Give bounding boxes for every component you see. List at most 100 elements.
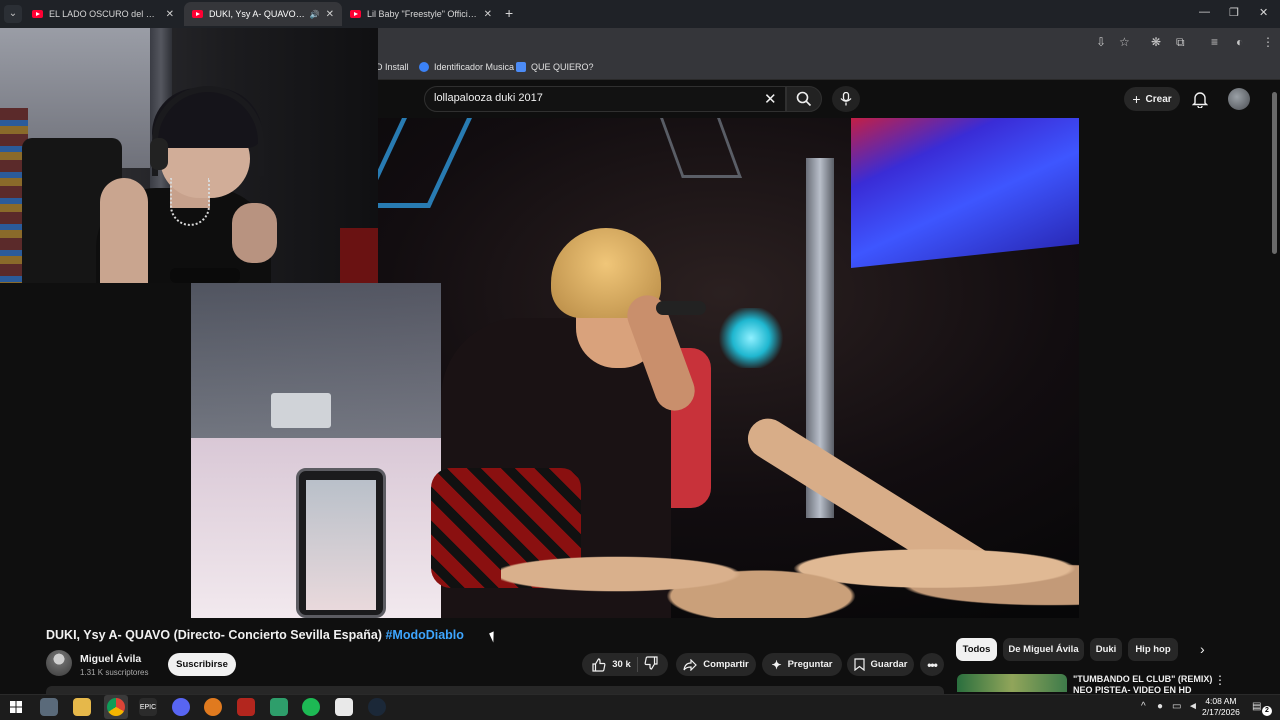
app-green-icon[interactable] xyxy=(270,698,288,716)
recommendation-menu-icon[interactable]: ⋮ xyxy=(1214,673,1226,687)
capcut-icon[interactable] xyxy=(335,698,353,716)
discord-icon[interactable] xyxy=(172,698,190,716)
webcam-arm xyxy=(100,178,148,283)
clear-search-icon[interactable]: ✕ xyxy=(764,90,777,108)
webcam-overlay xyxy=(0,28,378,283)
youtube-favicon-icon xyxy=(192,10,203,18)
task-view-icon[interactable] xyxy=(40,698,58,716)
extension-icon[interactable]: ❋ xyxy=(1151,35,1161,49)
puzzle-extensions-icon[interactable]: ⧉ xyxy=(1176,35,1185,50)
plus-icon: + xyxy=(1132,91,1141,107)
channel-subscribers: 1.31 K suscriptores xyxy=(80,668,149,677)
search-button[interactable] xyxy=(786,86,822,112)
shazam-icon xyxy=(419,62,429,72)
notification-center-icon[interactable]: ▤ xyxy=(1252,701,1261,712)
share-label: Compartir xyxy=(703,659,749,670)
video-frame-truss xyxy=(660,118,742,178)
bookmark-star-icon[interactable]: ☆ xyxy=(1119,35,1130,49)
bookmark-label: D Install xyxy=(376,62,409,72)
more-actions-button[interactable]: ••• xyxy=(920,653,944,676)
chip-duki[interactable]: Duki xyxy=(1090,638,1122,661)
sparkle-icon: ✦ xyxy=(771,657,782,672)
chrome-menu-icon[interactable]: ⋮ xyxy=(1262,35,1274,49)
mic-icon xyxy=(840,92,852,106)
webcam-ear-cup xyxy=(150,138,168,170)
thumbs-up-icon xyxy=(592,657,606,672)
spotify-icon[interactable] xyxy=(302,698,320,716)
tab-title: Lil Baby "Freestyle" Official Mu xyxy=(367,9,478,19)
ask-button[interactable]: ✦ Preguntar xyxy=(762,653,842,676)
video-frame-laptop xyxy=(271,393,331,428)
youtube-favicon-icon xyxy=(32,10,43,18)
like-button[interactable]: 30 k xyxy=(592,657,631,672)
clock-date: 2/17/2026 xyxy=(1202,707,1240,717)
create-button[interactable]: + Crear xyxy=(1124,87,1180,111)
create-label: Crear xyxy=(1145,93,1172,105)
bookmark-label: QUE QUIERO? xyxy=(531,62,594,72)
video-title-text: DUKI, Ysy A- QUAVO (Directo- Concierto S… xyxy=(46,628,382,642)
share-icon xyxy=(683,658,698,671)
chip-hip-hop[interactable]: Hip hop xyxy=(1128,638,1178,661)
recommendation-thumbnail[interactable] xyxy=(957,674,1067,692)
tab-title: DUKI, Ysy A- QUAVO (Directo xyxy=(209,9,306,19)
docs-icon xyxy=(516,62,526,72)
browser-tab-1[interactable]: EL LADO OSCURO del ÉXITO de ✕ xyxy=(24,2,182,26)
firefox-icon[interactable] xyxy=(204,698,222,716)
save-button[interactable]: Guardar xyxy=(847,653,914,676)
tray-chevron-up-icon[interactable]: ^ xyxy=(1141,701,1146,712)
tab-audio-icon[interactable]: 🔊 xyxy=(310,10,320,19)
tray-network-icon[interactable]: ▭ xyxy=(1172,701,1181,712)
clock-time: 4:08 AM xyxy=(1205,696,1237,706)
tab-close-icon[interactable]: ✕ xyxy=(484,9,492,20)
mouse-cursor-icon xyxy=(489,631,498,643)
chip-all[interactable]: Todos xyxy=(956,638,997,661)
channel-avatar[interactable] xyxy=(46,650,72,676)
voicemeeter-icon[interactable] xyxy=(237,698,255,716)
tab-close-icon[interactable]: ✕ xyxy=(326,9,334,20)
webcam-microphone xyxy=(170,268,240,283)
share-button[interactable]: Compartir xyxy=(676,653,756,676)
account-avatar[interactable] xyxy=(1228,88,1250,110)
dislike-button[interactable] xyxy=(644,656,658,673)
new-tab-button[interactable]: + xyxy=(505,5,513,21)
subscribe-button[interactable]: Suscribirse xyxy=(168,653,236,676)
tray-volume-icon[interactable]: ◄ xyxy=(1188,701,1198,712)
video-hashtag-link[interactable]: #ModoDiablo xyxy=(385,628,463,642)
description-box[interactable] xyxy=(46,686,944,694)
media-control-icon[interactable]: ≡ xyxy=(1211,35,1218,49)
save-label: Guardar xyxy=(870,659,908,670)
chrome-icon[interactable] xyxy=(107,698,125,716)
more-horizontal-icon: ••• xyxy=(927,657,938,672)
windows-start-icon[interactable] xyxy=(7,698,25,716)
chip-from-channel[interactable]: De Miguel Ávila xyxy=(1003,638,1084,661)
bookmark-item[interactable]: Identificador Musica xyxy=(419,62,514,72)
recommendation-title[interactable]: "TUMBANDO EL CLUB" (REMIX) NEO PISTEA- V… xyxy=(1073,674,1213,694)
file-explorer-icon[interactable] xyxy=(73,698,91,716)
install-app-icon[interactable]: ⇩ xyxy=(1096,35,1106,49)
steam-icon[interactable] xyxy=(368,698,386,716)
close-window-button[interactable]: ✕ xyxy=(1259,6,1268,19)
tab-title: EL LADO OSCURO del ÉXITO de xyxy=(49,9,160,19)
bookmark-item[interactable]: QUE QUIERO? xyxy=(516,62,594,72)
notifications-bell-icon[interactable] xyxy=(1191,90,1209,113)
video-frame-phone-screen xyxy=(306,480,376,610)
page-scrollbar[interactable] xyxy=(1272,92,1277,254)
chevron-right-icon[interactable]: › xyxy=(1200,641,1205,657)
epic-games-icon[interactable]: EPIC xyxy=(139,698,157,716)
windows-taskbar xyxy=(0,694,1280,720)
voice-search-button[interactable] xyxy=(832,86,860,112)
bookmark-item[interactable]: D Install xyxy=(376,62,409,72)
tray-mic-icon[interactable]: ● xyxy=(1157,701,1163,712)
bookmark-icon xyxy=(853,658,865,671)
video-frame-crowd-hands xyxy=(501,508,1079,618)
browser-tab-2-active[interactable]: DUKI, Ysy A- QUAVO (Directo 🔊 ✕ xyxy=(184,2,342,26)
browser-tab-3[interactable]: Lil Baby "Freestyle" Official Mu ✕ xyxy=(342,2,500,26)
minimize-button[interactable]: — xyxy=(1199,6,1210,18)
tab-search-button[interactable]: ⌄ xyxy=(4,5,22,23)
youtube-favicon-icon xyxy=(350,10,361,18)
restore-button[interactable]: ❐ xyxy=(1229,6,1239,19)
channel-name[interactable]: Miguel Ávila xyxy=(80,653,141,665)
taskbar-clock[interactable]: 4:08 AM 2/17/2026 xyxy=(1202,696,1240,718)
tab-close-icon[interactable]: ✕ xyxy=(166,9,174,20)
profile-icon[interactable]: ◐ xyxy=(1236,35,1243,49)
